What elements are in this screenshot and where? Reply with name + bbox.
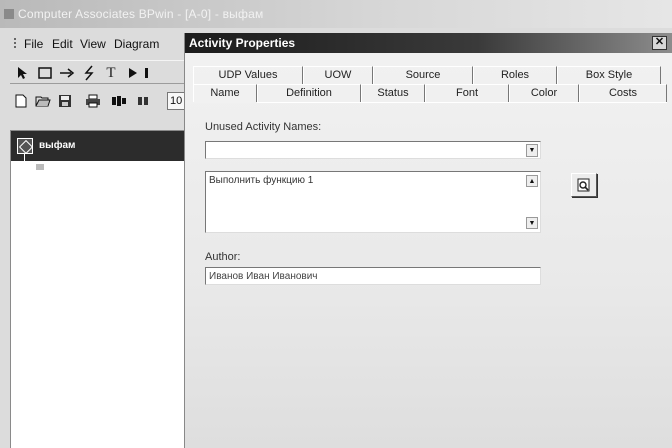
- dialog-title: Activity Properties: [189, 36, 296, 50]
- menu-bar: File Edit View Diagram: [0, 32, 190, 54]
- arrow-tool-icon[interactable]: [56, 63, 78, 83]
- menu-edit[interactable]: Edit: [52, 37, 73, 51]
- tab-udp-values[interactable]: UDP Values: [193, 66, 303, 84]
- print-icon[interactable]: [82, 91, 104, 111]
- menu-diagram[interactable]: Diagram: [114, 37, 159, 51]
- scroll-up-icon[interactable]: ▲: [526, 175, 538, 187]
- open-folder-icon[interactable]: [32, 91, 54, 111]
- author-label: Author:: [205, 251, 241, 263]
- author-text: Иванов Иван Иванович: [209, 271, 318, 282]
- tab-definition[interactable]: Definition: [257, 84, 361, 102]
- browse-button[interactable]: [571, 173, 597, 197]
- more-tools-icon[interactable]: [142, 63, 152, 83]
- chevron-down-icon[interactable]: ▼: [526, 144, 538, 157]
- app-title-bar: Computer Associates BPwin - [A-0] - выфа…: [0, 0, 672, 28]
- new-file-icon[interactable]: [10, 91, 32, 111]
- activity-properties-dialog: Activity Properties ✕ UDP Values UOW Sou…: [184, 33, 672, 448]
- model-tree-panel: выфам: [10, 130, 191, 448]
- tab-status[interactable]: Status: [361, 84, 425, 102]
- tab-row-back: UDP Values UOW Source Roles Box Style: [193, 66, 667, 84]
- tree-root-row[interactable]: выфам: [11, 131, 191, 171]
- tab-box-style[interactable]: Box Style: [557, 66, 661, 84]
- app-system-icon[interactable]: [4, 9, 14, 19]
- pointer-tool-icon[interactable]: [12, 63, 34, 83]
- scroll-down-icon[interactable]: ▼: [526, 217, 538, 229]
- tab-source[interactable]: Source: [373, 66, 473, 84]
- diagram-icon[interactable]: [132, 91, 154, 111]
- close-icon[interactable]: ✕: [652, 36, 667, 50]
- author-field[interactable]: Иванов Иван Иванович: [205, 267, 541, 285]
- text-tool-icon[interactable]: T: [100, 63, 122, 83]
- squiggle-tool-icon[interactable]: [78, 63, 100, 83]
- standard-toolbar: 10: [10, 89, 191, 113]
- tab-color[interactable]: Color: [509, 84, 579, 102]
- save-icon[interactable]: [54, 91, 76, 111]
- tab-uow[interactable]: UOW: [303, 66, 373, 84]
- tree-connector: [24, 154, 25, 168]
- drawing-toolbar: T: [10, 60, 188, 84]
- box-tool-icon[interactable]: [34, 63, 56, 83]
- tree-connector: [24, 167, 34, 168]
- magnifier-icon: [577, 178, 590, 192]
- activity-name-text: Выполнить функцию 1: [209, 175, 314, 186]
- tab-name[interactable]: Name: [193, 84, 257, 102]
- tree-root-label: выфам: [39, 140, 76, 151]
- tab-costs[interactable]: Costs: [579, 84, 667, 102]
- tab-roles[interactable]: Roles: [473, 66, 557, 84]
- tab-font[interactable]: Font: [425, 84, 509, 102]
- activity-node-icon: [17, 138, 33, 154]
- unused-names-label: Unused Activity Names:: [205, 121, 322, 133]
- unused-names-combo[interactable]: ▼: [205, 141, 541, 159]
- activity-name-field[interactable]: Выполнить функцию 1 ▲ ▼: [205, 171, 541, 233]
- menu-grip-icon[interactable]: [14, 38, 20, 48]
- child-node-icon[interactable]: [35, 163, 45, 171]
- dialog-title-bar: Activity Properties ✕: [185, 33, 672, 53]
- tab-divider: [193, 102, 667, 103]
- menu-file[interactable]: File: [24, 37, 43, 51]
- tab-row-front: Name Definition Status Font Color Costs: [193, 84, 667, 102]
- app-title: Computer Associates BPwin - [A-0] - выфа…: [18, 7, 264, 21]
- menu-view[interactable]: View: [80, 37, 106, 51]
- go-to-child-icon[interactable]: [122, 63, 144, 83]
- model-explorer-icon[interactable]: [108, 91, 130, 111]
